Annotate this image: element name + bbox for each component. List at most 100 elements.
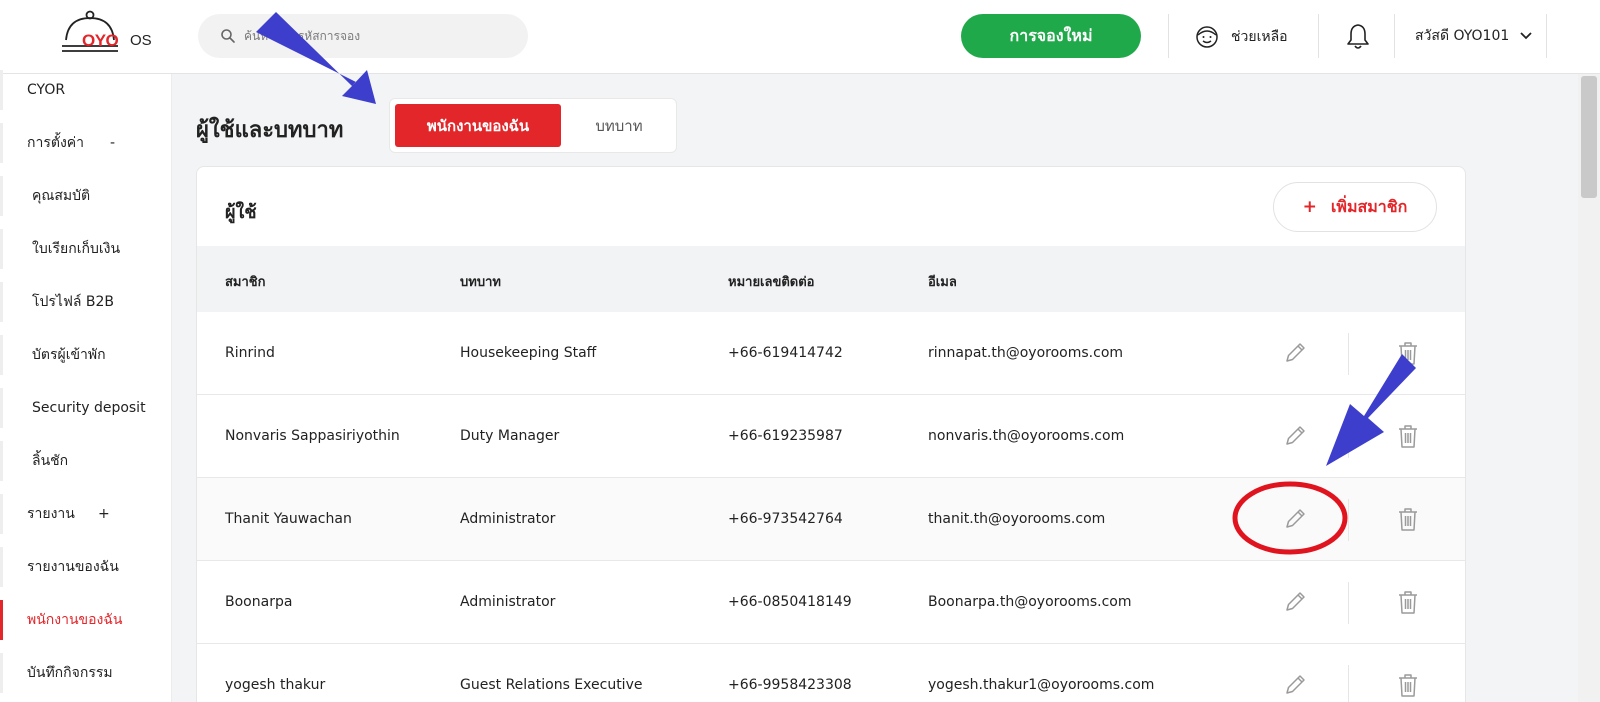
member-name: Nonvaris Sappasiriyothin <box>225 428 400 444</box>
search-icon <box>221 29 235 43</box>
oyo-os-logo[interactable]: OYO OS <box>60 10 160 62</box>
sidebar-item-label: รายงานของฉัน <box>27 559 119 575</box>
sidebar-item-label: พนักงานของฉัน <box>27 612 123 628</box>
sidebar-item-label: รายงาน <box>27 506 75 522</box>
sidebar-indicator <box>0 388 3 428</box>
user-menu[interactable]: สวัสดี OYO101 <box>1415 24 1533 48</box>
table-row: yogesh thakur Guest Relations Executive … <box>197 644 1465 702</box>
user-greeting: สวัสดี OYO101 <box>1415 28 1510 44</box>
sidebar-indicator <box>0 123 3 163</box>
member-phone: +66-0850418149 <box>728 594 852 610</box>
action-divider <box>1348 582 1349 624</box>
member-email: nonvaris.th@oyorooms.com <box>928 428 1125 444</box>
member-role: Administrator <box>460 594 556 610</box>
table-row: Boonarpa Administrator +66-0850418149 Bo… <box>197 561 1465 644</box>
member-role: Guest Relations Executive <box>460 677 643 693</box>
edit-button[interactable] <box>1280 587 1310 617</box>
collapse-sign[interactable]: - <box>110 135 115 151</box>
member-phone: +66-973542764 <box>728 511 843 527</box>
sidebar-item-label: CYOR <box>27 82 66 98</box>
new-booking-button[interactable]: การจองใหม่ <box>961 14 1141 58</box>
sidebar-indicator <box>0 282 3 322</box>
sidebar-item-invoices[interactable]: ใบเรียกเก็บเงิน <box>0 223 172 275</box>
member-name: Rinrind <box>225 345 275 361</box>
sidebar-indicator <box>0 600 3 640</box>
help-face-icon <box>1196 26 1218 48</box>
top-bar: OYO OS การจองใหม่ ช่วยเหลือ สวัสดี OYO10… <box>0 0 1600 74</box>
page-scrollbar[interactable] <box>1578 74 1600 702</box>
sidebar-indicator <box>0 335 3 375</box>
column-header-email: อีเมล <box>928 275 957 290</box>
sidebar-item-label: การตั้งค่า <box>27 135 85 151</box>
card-title: ผู้ใช้ <box>225 202 257 223</box>
page-title: ผู้ใช้และบทบาท <box>196 118 344 143</box>
member-role: Administrator <box>460 511 556 527</box>
add-member-button[interactable]: + เพิ่มสมาชิก <box>1273 182 1437 232</box>
table-header: สมาชิก บทบาท หมายเลขติดต่อ อีเมล <box>197 246 1465 312</box>
scrollbar-thumb[interactable] <box>1581 76 1597 198</box>
member-role: Duty Manager <box>460 428 560 444</box>
sidebar-item-guest-cards[interactable]: บัตรผู้เข้าพัก <box>0 329 172 381</box>
sidebar-item-label: ลิ้นชัก <box>32 453 69 469</box>
tab-group: พนักงานของฉัน บทบาท <box>389 98 677 153</box>
sidebar-item-my-reports[interactable]: รายงานของฉัน <box>0 541 172 593</box>
column-header-member: สมาชิก <box>225 275 266 290</box>
member-name: yogesh thakur <box>225 677 326 693</box>
member-name: Boonarpa <box>225 594 293 610</box>
delete-button[interactable] <box>1393 421 1423 451</box>
sidebar-item-label: บันทึกกิจกรรม <box>27 665 113 681</box>
sidebar-item-drawer[interactable]: ลิ้นชัก <box>0 435 172 487</box>
sidebar-item-label: ใบเรียกเก็บเงิน <box>32 241 121 257</box>
header-divider <box>1394 14 1395 58</box>
delete-button[interactable] <box>1393 587 1423 617</box>
edit-button[interactable] <box>1280 504 1310 534</box>
search-input[interactable] <box>244 26 514 46</box>
action-divider <box>1348 665 1349 702</box>
sidebar-item-label: บัตรผู้เข้าพัก <box>32 347 106 363</box>
sidebar-item-cyor[interactable]: CYOR <box>0 64 172 116</box>
plus-icon: + <box>1302 197 1317 217</box>
trash-icon <box>1399 342 1417 365</box>
edit-button[interactable] <box>1280 670 1310 700</box>
sidebar-item-b2b-profile[interactable]: โปรไฟล์ B2B <box>0 276 172 328</box>
sidebar-indicator <box>0 494 3 534</box>
sidebar-item-settings[interactable]: การตั้งค่า - <box>0 117 172 169</box>
member-phone: +66-619235987 <box>728 428 843 444</box>
delete-button[interactable] <box>1393 338 1423 368</box>
add-member-label: เพิ่มสมาชิก <box>1330 196 1408 216</box>
expand-sign[interactable]: + <box>98 506 110 522</box>
sidebar-indicator <box>0 547 3 587</box>
header-divider <box>1318 14 1319 58</box>
pencil-icon <box>1286 675 1305 694</box>
member-phone: +66-619414742 <box>728 345 843 361</box>
sidebar-item-my-staff[interactable]: พนักงานของฉัน <box>0 594 172 646</box>
edit-button[interactable] <box>1280 421 1310 451</box>
search-box[interactable] <box>198 14 528 58</box>
sidebar-indicator <box>0 441 3 481</box>
delete-button[interactable] <box>1393 504 1423 534</box>
pencil-icon <box>1286 592 1305 611</box>
logo-os-text: OS <box>130 32 152 49</box>
sidebar-item-reports[interactable]: รายงาน + <box>0 488 172 540</box>
sidebar-indicator <box>0 70 3 110</box>
member-email: thanit.th@oyorooms.com <box>928 511 1106 527</box>
sidebar-item-properties[interactable]: คุณสมบัติ <box>0 170 172 222</box>
trash-icon <box>1399 591 1417 614</box>
member-email: rinnapat.th@oyorooms.com <box>928 345 1124 361</box>
trash-icon <box>1399 425 1417 448</box>
bell-icon[interactable] <box>1345 22 1371 50</box>
sidebar-item-security-deposit[interactable]: Security deposit <box>0 382 172 434</box>
tab-my-staff[interactable]: พนักงานของฉัน <box>395 104 561 147</box>
delete-button[interactable] <box>1393 670 1423 700</box>
trash-icon <box>1399 508 1417 531</box>
table-row: Nonvaris Sappasiriyothin Duty Manager +6… <box>197 395 1465 478</box>
sidebar-item-label: โปรไฟล์ B2B <box>32 294 115 310</box>
pencil-icon <box>1286 509 1305 528</box>
sidebar-item-activity-log[interactable]: บันทึกกิจกรรม <box>0 647 172 699</box>
chevron-down-icon <box>1520 32 1532 40</box>
edit-button[interactable] <box>1280 338 1310 368</box>
member-phone: +66-9958423308 <box>728 677 852 693</box>
tab-roles[interactable]: บทบาท <box>566 104 672 147</box>
help-link[interactable]: ช่วยเหลือ <box>1195 22 1288 52</box>
member-email: Boonarpa.th@oyorooms.com <box>928 594 1132 610</box>
